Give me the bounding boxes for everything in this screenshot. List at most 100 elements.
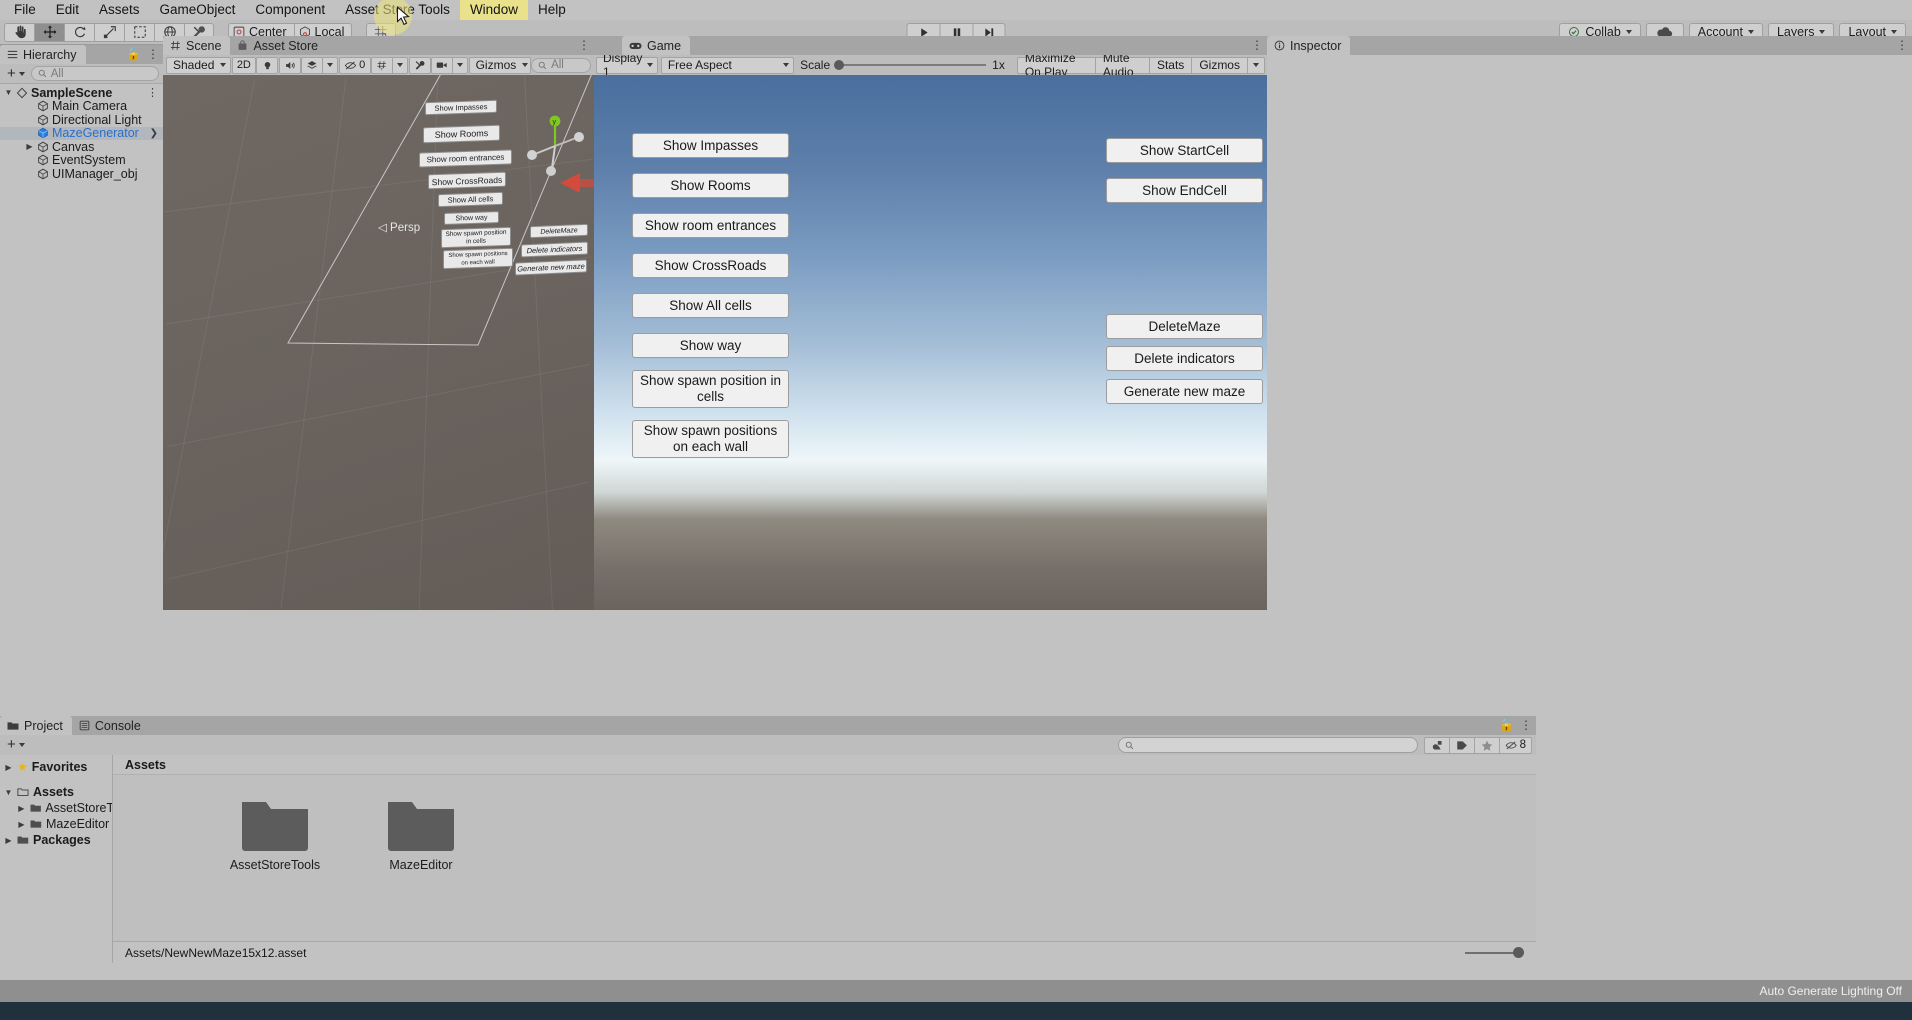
panel-menu-icon[interactable]: ⋮	[1251, 38, 1263, 52]
lock-icon[interactable]: 🔓	[1499, 718, 1514, 732]
menu-gameobject[interactable]: GameObject	[150, 0, 246, 20]
scale-slider-group[interactable]: Scale 1x	[794, 58, 1011, 72]
hidden-assets-badge[interactable]: 8	[1498, 736, 1532, 754]
zoom-slider-track[interactable]	[1465, 951, 1515, 954]
panel-menu-icon[interactable]: ⋮	[1520, 718, 1532, 732]
game-button-generate-new-maze[interactable]: Generate new maze	[1106, 379, 1263, 404]
panel-menu-icon[interactable]: ⋮	[578, 38, 590, 52]
panel-menu-icon[interactable]: ⋮	[147, 47, 159, 61]
scale-tool-button[interactable]	[94, 22, 124, 42]
scene-ui-button[interactable]: Show All cells	[438, 191, 503, 208]
scene-ui-button[interactable]: Show spawn positions on each wall	[443, 247, 513, 270]
expand-arrow-icon[interactable]: ▶	[4, 761, 13, 774]
filter-by-label-icon[interactable]	[1448, 736, 1474, 754]
thumbnail-zoom-slider[interactable]	[1465, 947, 1524, 958]
scene-viewport[interactable]: Show Impasses Show Rooms Show room entra…	[163, 75, 594, 610]
chevron-right-icon[interactable]: ❯	[150, 128, 158, 139]
menu-asset-store-tools[interactable]: Asset Store Tools	[335, 0, 460, 20]
rotate-tool-button[interactable]	[64, 22, 94, 42]
hierarchy-item-mazegenerator[interactable]: MazeGenerator ❯	[0, 126, 163, 140]
hierarchy-item-canvas[interactable]: ▶ Canvas	[0, 140, 163, 154]
project-breadcrumb[interactable]: Assets	[113, 755, 1536, 775]
game-button-delete-indicators[interactable]: Delete indicators	[1106, 346, 1263, 371]
hierarchy-item-directional-light[interactable]: Directional Light	[0, 113, 163, 127]
menu-file[interactable]: File	[4, 0, 46, 20]
hierarchy-item-samplescene[interactable]: ▼ SampleScene ⋮	[0, 86, 163, 100]
scale-slider-track[interactable]	[834, 60, 987, 70]
scene-audio-icon[interactable]	[278, 56, 301, 74]
panel-menu-icon[interactable]: ⋮	[1896, 38, 1908, 52]
game-button-show-spawn-position-in-cells[interactable]: Show spawn position in cells	[632, 370, 789, 408]
scene-camera-dropdown[interactable]	[453, 56, 469, 74]
hierarchy-item-eventsystem[interactable]: EventSystem	[0, 153, 163, 167]
scene-camera-icon[interactable]	[431, 56, 454, 74]
zoom-slider-knob[interactable]	[1513, 947, 1524, 958]
scene-projection-label[interactable]: ◁ Persp	[378, 220, 420, 234]
project-tree-item-mazeeditor[interactable]: ▶ MazeEditor	[0, 816, 112, 832]
scene-ui-button[interactable]: Show way	[444, 211, 499, 225]
game-button-show-all-cells[interactable]: Show All cells	[632, 293, 789, 318]
menu-component[interactable]: Component	[245, 0, 335, 20]
scene-ui-button[interactable]: Show Rooms	[423, 124, 500, 144]
expand-arrow-icon[interactable]: ▼	[4, 86, 13, 99]
scene-menu-icon[interactable]: ⋮	[147, 86, 158, 99]
project-tree-item-packages[interactable]: ▶ Packages	[0, 832, 112, 848]
tab-inspector[interactable]: Inspector	[1267, 36, 1351, 55]
menu-assets[interactable]: Assets	[89, 0, 150, 20]
tab-scene[interactable]: Scene	[163, 36, 231, 55]
project-search-input[interactable]	[1117, 737, 1418, 753]
scene-effects-icon[interactable]	[301, 56, 324, 74]
move-tool-button[interactable]	[34, 22, 64, 42]
game-button-show-crossroads[interactable]: Show CrossRoads	[632, 253, 789, 278]
create-gameobject-button[interactable]: +	[4, 66, 28, 81]
toggle-2d-button[interactable]: 2D	[231, 56, 256, 74]
lock-icon[interactable]: 🔓	[126, 47, 141, 61]
project-tree-item-assets[interactable]: ▼ Assets	[0, 784, 112, 800]
menu-window[interactable]: Window	[459, 0, 528, 20]
game-button-show-rooms[interactable]: Show Rooms	[632, 173, 789, 198]
tab-project[interactable]: Project	[0, 716, 72, 735]
tab-console[interactable]: Console	[71, 716, 150, 735]
scene-ui-button[interactable]: Show spawn position in cells	[441, 226, 511, 249]
menu-help[interactable]: Help	[528, 0, 576, 20]
scene-ui-button[interactable]: Show CrossRoads	[428, 171, 506, 190]
rect-tool-button[interactable]	[124, 22, 154, 42]
hierarchy-item-main-camera[interactable]: Main Camera	[0, 99, 163, 113]
hand-tool-button[interactable]	[4, 22, 34, 42]
game-button-show-impasses[interactable]: Show Impasses	[632, 133, 789, 158]
status-bar[interactable]: Auto Generate Lighting Off	[0, 980, 1912, 1002]
hierarchy-search-input[interactable]: All	[30, 66, 159, 81]
aspect-ratio-dropdown[interactable]: Free Aspect	[660, 56, 795, 74]
expand-arrow-icon[interactable]: ▼	[4, 786, 13, 799]
expand-arrow-icon[interactable]: ▶	[25, 140, 34, 153]
scene-gizmos-dropdown[interactable]: Gizmos	[468, 56, 531, 74]
mute-audio-toggle[interactable]: Mute Audio	[1094, 51, 1149, 79]
asset-item-assetstoretools[interactable]: AssetStoreTools	[225, 797, 325, 872]
tab-game[interactable]: Game	[622, 36, 691, 55]
tab-asset-store[interactable]: Asset Store	[230, 36, 328, 55]
game-viewport[interactable]: Show Impasses Show Rooms Show room entra…	[594, 75, 1267, 610]
scene-ui-button[interactable]: Show Impasses	[425, 99, 497, 116]
game-button-show-endcell[interactable]: Show EndCell	[1106, 178, 1263, 203]
stats-toggle[interactable]: Stats	[1148, 56, 1192, 74]
game-button-show-way[interactable]: Show way	[632, 333, 789, 358]
expand-arrow-icon[interactable]: ▶	[17, 818, 26, 831]
scene-tools-icon[interactable]	[408, 56, 431, 74]
expand-arrow-icon[interactable]: ▶	[4, 834, 13, 847]
filter-favorites-icon[interactable]	[1473, 736, 1499, 754]
game-button-deletemaze[interactable]: DeleteMaze	[1106, 314, 1263, 339]
create-asset-button[interactable]: +	[4, 737, 28, 752]
project-tree-item-assetstoretools[interactable]: ▶ AssetStoreT	[0, 800, 112, 816]
filter-by-type-icon[interactable]	[1423, 736, 1449, 754]
asset-item-mazeeditor[interactable]: MazeEditor	[371, 797, 471, 872]
game-button-show-startcell[interactable]: Show StartCell	[1106, 138, 1263, 163]
maximize-on-play-toggle[interactable]: Maximize On Play	[1016, 51, 1095, 79]
hierarchy-item-uimanager-obj[interactable]: UIManager_obj	[0, 167, 163, 181]
display-dropdown[interactable]: Display 1	[596, 51, 659, 79]
scene-lighting-icon[interactable]	[256, 56, 279, 74]
game-gizmos-dropdown[interactable]	[1246, 56, 1265, 74]
game-button-show-room-entrances[interactable]: Show room entrances	[632, 213, 789, 238]
project-tree-item-favorites[interactable]: ▶ ★ Favorites	[0, 759, 112, 775]
draw-mode-dropdown[interactable]: Shaded	[166, 56, 232, 74]
expand-arrow-icon[interactable]: ▶	[17, 802, 26, 815]
